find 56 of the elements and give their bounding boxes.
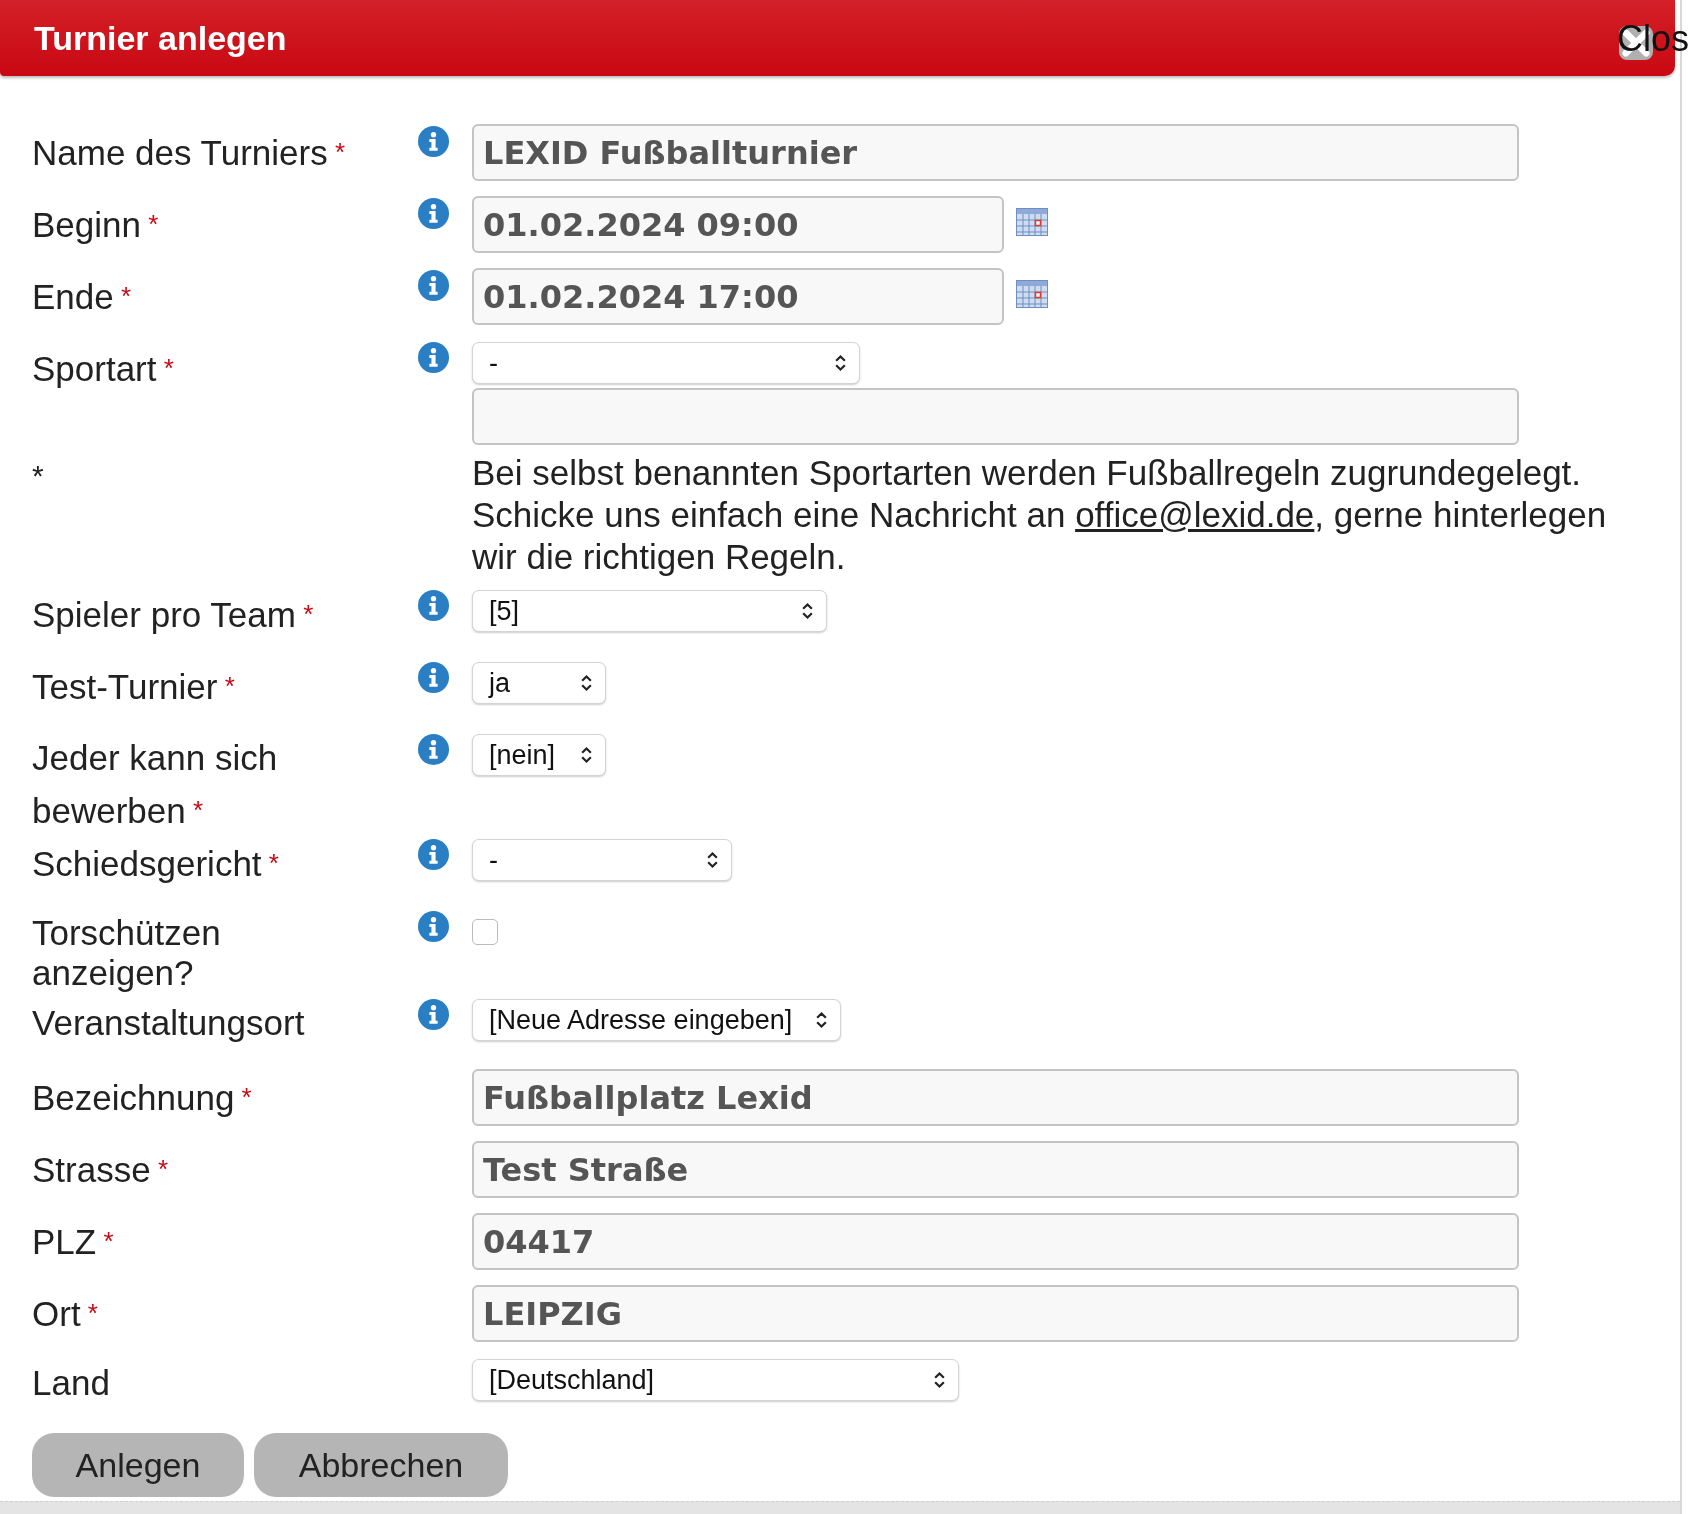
chevron-icon [801, 601, 814, 621]
cancel-button[interactable]: Abbrechen [254, 1433, 508, 1497]
info-icon[interactable] [418, 734, 449, 765]
dialog-title: Turnier anlegen [34, 18, 287, 58]
info-icon[interactable] [418, 999, 449, 1030]
dropdown[interactable]: - [472, 342, 860, 384]
input-field[interactable]: 01.02.2024 09:00 [472, 196, 1004, 253]
chevron-icon [580, 745, 593, 765]
field-label: Land [32, 1362, 111, 1404]
required-mark: * [191, 795, 204, 825]
input-field[interactable]: LEIPZIG [472, 1285, 1519, 1342]
required-mark: * [267, 848, 279, 878]
required-mark: * [147, 209, 159, 239]
info-icon[interactable] [418, 911, 449, 942]
required-mark: * [240, 1082, 252, 1112]
field-label: Torschützen anzeigen? [32, 912, 222, 993]
chevron-icon [580, 673, 593, 693]
info-icon[interactable] [418, 126, 449, 157]
info-icon[interactable] [418, 590, 449, 621]
input-field[interactable]: 01.02.2024 17:00 [472, 268, 1004, 325]
dropdown[interactable]: [nein] [472, 734, 606, 776]
required-mark: * [119, 281, 132, 311]
required-mark: * [302, 599, 314, 629]
field-label: * [32, 458, 45, 494]
dropdown[interactable]: - [472, 839, 732, 881]
dropdown[interactable]: [Neue Adresse eingeben] [472, 999, 841, 1041]
chevron-icon [815, 1010, 828, 1030]
input-field[interactable]: Fußballplatz Lexid [472, 1069, 1519, 1126]
info-icon[interactable] [418, 662, 449, 693]
required-mark: * [86, 1298, 98, 1328]
required-mark: * [102, 1226, 114, 1256]
dropdown[interactable]: ja [472, 662, 606, 704]
chevron-icon [706, 850, 719, 870]
note-text: Bei selbst benannten Sportarten werden Fußballregeln zugrundegelegt. Schicke uns einfach eine Nachricht an office@lexid.de, gerne hinterlegen wir die richtigen Regeln. [472, 452, 1608, 578]
input-field[interactable] [472, 388, 1519, 445]
info-icon[interactable] [418, 270, 449, 301]
chevron-icon [933, 1370, 946, 1390]
dropdown[interactable]: [5] [472, 590, 827, 632]
field-label: Veranstaltungsort [32, 1002, 306, 1044]
info-icon[interactable] [418, 839, 449, 870]
info-icon[interactable] [418, 342, 449, 373]
info-icon[interactable] [418, 198, 449, 229]
input-field[interactable]: 04417 [472, 1213, 1519, 1270]
required-mark: * [333, 137, 345, 167]
required-mark: * [223, 671, 235, 701]
input-field[interactable]: LEXID Fußballturnier [472, 124, 1519, 181]
checkbox[interactable] [472, 919, 498, 945]
calendar-icon[interactable] [1016, 207, 1048, 236]
required-mark: * [156, 1154, 168, 1184]
create-button[interactable]: Anlegen [32, 1433, 244, 1497]
chevron-icon [834, 353, 847, 373]
required-mark: * [162, 353, 174, 383]
dropdown[interactable]: [Deutschland] [472, 1359, 959, 1401]
input-field[interactable]: Test Straße [472, 1141, 1519, 1198]
email-link[interactable]: office@lexid.de [1075, 495, 1315, 534]
calendar-icon[interactable] [1016, 279, 1048, 308]
